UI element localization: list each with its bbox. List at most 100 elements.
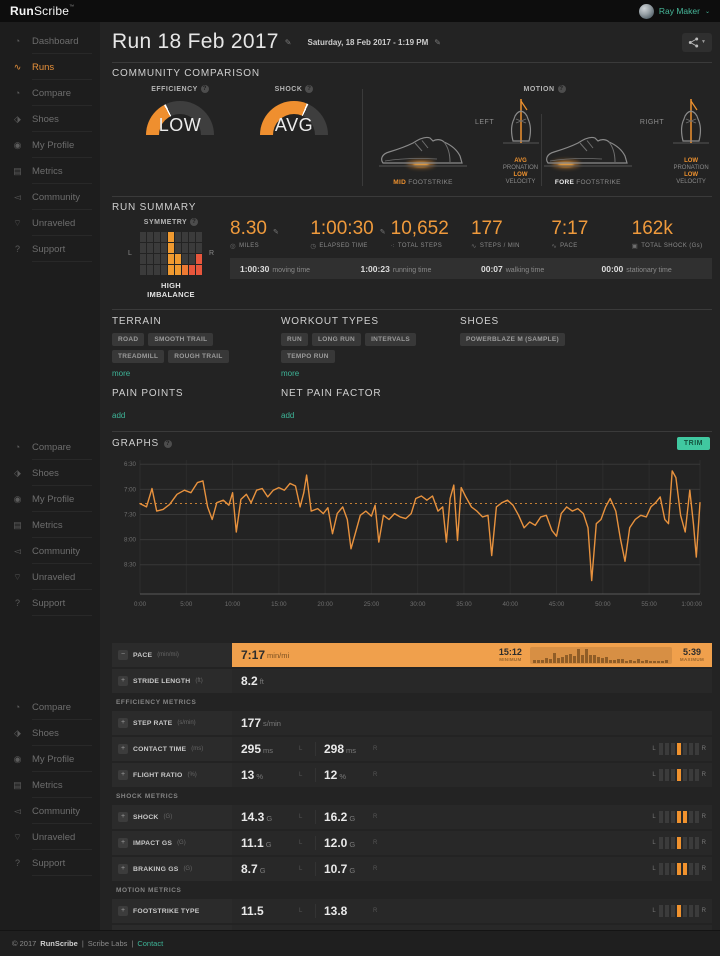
sidebar-item-support[interactable]: ? Support [0, 850, 100, 876]
indicator-bar [670, 863, 675, 875]
sidebar-item-community[interactable]: ◅ Community [0, 184, 100, 210]
metric-label-cell: + IMPACT GS (G) [112, 831, 232, 855]
velocity-value: LOW [684, 172, 699, 178]
tag-powerblaze-m-sample-[interactable]: POWERBLAZE M (SAMPLE) [460, 333, 565, 346]
symmetry-cell [168, 254, 174, 264]
tag-run[interactable]: RUN [281, 333, 308, 346]
sidebar-item-dashboard[interactable]: ◔ Dashboard [0, 28, 100, 54]
efficiency-gauge: EFFICIENCY? LOW [134, 85, 226, 136]
shock-value: AVG [274, 115, 314, 135]
left-unit: G [266, 814, 273, 823]
trim-button[interactable]: TRIM [676, 437, 710, 450]
sidebar-item-unraveled[interactable]: ⌔ Unraveled [0, 210, 100, 236]
user-menu[interactable]: Ray Maker ⌄ [638, 3, 710, 19]
sidebar-item-compare[interactable]: ◔ Compare [0, 434, 100, 460]
symmetry-cell [140, 265, 146, 275]
foot-group-right: FORE FOOTSTRIKE RIGHT LOW PRONATION LOW VEL… [542, 95, 712, 186]
pain-points-title: PAIN POINTS [112, 388, 184, 399]
footer-scribe-labs-link[interactable]: Scribe Labs [88, 939, 128, 948]
share-button[interactable]: ▼ [682, 32, 712, 52]
tag-tempo-run[interactable]: TEMPO RUN [281, 350, 335, 363]
compare-icon: ◔ [14, 88, 21, 98]
left-tag: L [299, 746, 303, 752]
expand-toggle[interactable]: + [118, 744, 128, 754]
sidebar-item-support[interactable]: ? Support [0, 590, 100, 616]
sparkline-bar [632, 660, 636, 663]
workout-column: WORKOUT TYPES RUN LONG RUN INTERVALS TEMPO … [281, 316, 460, 381]
workout-more-link[interactable]: more [281, 369, 299, 378]
sparkline-bar [560, 657, 564, 663]
help-icon[interactable]: ? [190, 218, 199, 226]
compare-icon: ◔ [14, 702, 21, 712]
net-pain-add-link[interactable]: add [281, 411, 294, 420]
expand-toggle[interactable]: + [118, 838, 128, 848]
expand-toggle[interactable]: + [118, 718, 128, 728]
help-icon[interactable]: ? [305, 85, 314, 93]
pace-chart[interactable]: 0:00 5:00 10:00 15:00 20:00 25:00 30:00 35:00 40… [112, 454, 712, 635]
sidebar-item-compare[interactable]: ◔ Compare [0, 694, 100, 720]
sidebar-item-my-profile[interactable]: ◉ My Profile [0, 132, 100, 158]
symmetry-cell [189, 265, 195, 275]
metric-right-value: 16.2 G [315, 810, 373, 824]
tag-treadmill[interactable]: TREADMILL [112, 350, 165, 363]
metric-value-cell: 177 s/min [232, 711, 712, 735]
lr-balance-indicator: LR [652, 743, 706, 755]
sidebar-item-my-profile[interactable]: ◉ My Profile [0, 746, 100, 772]
expand-toggle[interactable]: + [118, 812, 128, 822]
left-value: 13 [241, 768, 255, 782]
edit-title-icon[interactable]: ✎ [285, 38, 292, 47]
stat-label-text: MILES [239, 243, 260, 249]
sidebar-item-metrics[interactable]: ▤ Metrics [0, 158, 100, 184]
symmetry-cell [168, 243, 174, 253]
footer-contact-link[interactable]: Contact [137, 939, 163, 948]
right-tag: R [373, 908, 378, 914]
help-icon[interactable]: ? [164, 439, 173, 448]
pain-points-add-link[interactable]: add [112, 411, 125, 420]
sparkline-bar [580, 654, 584, 663]
runscribe-logo[interactable]: RunScribe™ [10, 4, 74, 18]
sidebar-item-metrics[interactable]: ▤ Metrics [0, 512, 100, 538]
edit-stat-icon[interactable]: ✎ [380, 229, 386, 236]
time-walking-time: 00:07 walking time [471, 264, 592, 274]
metric-value-cell[interactable]: 7:17 min/mi 15:12 MINIMUM 5:39 MAXIMUM [232, 643, 712, 667]
expand-toggle[interactable]: + [118, 864, 128, 874]
tag-road[interactable]: ROAD [112, 333, 145, 346]
tag-smooth-trail[interactable]: SMOOTH TRAIL [148, 333, 214, 346]
tag-intervals[interactable]: INTERVALS [365, 333, 416, 346]
metric-row-impact-gs: + IMPACT GS (G) 11.1 G L 12.0 G R L R [112, 831, 712, 855]
stat-number: 162k [631, 218, 673, 239]
tag-long-run[interactable]: LONG RUN [311, 333, 362, 346]
symmetry-cell [196, 265, 202, 275]
help-icon[interactable]: ? [200, 85, 209, 93]
help-icon[interactable]: ? [557, 85, 566, 93]
edit-datetime-icon[interactable]: ✎ [434, 38, 441, 47]
sidebar-item-shoes[interactable]: ⬗ Shoes [0, 106, 100, 132]
tag-rough-trail[interactable]: ROUGH TRAIL [168, 350, 229, 363]
foot-group-left: MID FOOTSTRIKE LEFT AVG PRONATION LOW VELOC… [377, 95, 541, 186]
sidebar-item-unraveled[interactable]: ⌔ Unraveled [0, 824, 100, 850]
metric-name: FOOTSTRIKE TYPE [133, 907, 200, 915]
symmetry-cell [147, 243, 153, 253]
sidebar-item-shoes[interactable]: ⬗ Shoes [0, 720, 100, 746]
sidebar-item-shoes[interactable]: ⬗ Shoes [0, 460, 100, 486]
avatar[interactable] [638, 3, 654, 19]
expand-toggle[interactable]: + [118, 906, 128, 916]
sidebar-item-support[interactable]: ? Support [0, 236, 100, 262]
sidebar-item-unraveled[interactable]: ⌔ Unraveled [0, 564, 100, 590]
indicator-bar [658, 837, 663, 849]
sidebar-item-compare[interactable]: ◔ Compare [0, 80, 100, 106]
gauge-icon: ◔ [14, 36, 21, 46]
sidebar-item-community[interactable]: ◅ Community [0, 798, 100, 824]
expand-toggle[interactable]: + [118, 676, 128, 686]
expand-toggle[interactable]: − [118, 650, 128, 660]
sidebar-item-label: Metrics [32, 519, 63, 531]
terrain-more-link[interactable]: more [112, 369, 130, 378]
right-unit: % [339, 772, 347, 781]
sidebar-item-metrics[interactable]: ▤ Metrics [0, 772, 100, 798]
sidebar-item-label: Shoes [32, 113, 59, 125]
expand-toggle[interactable]: + [118, 770, 128, 780]
edit-stat-icon[interactable]: ✎ [273, 229, 279, 236]
sidebar-item-my-profile[interactable]: ◉ My Profile [0, 486, 100, 512]
sidebar-item-runs[interactable]: ∿ Runs [0, 54, 100, 80]
sidebar-item-community[interactable]: ◅ Community [0, 538, 100, 564]
